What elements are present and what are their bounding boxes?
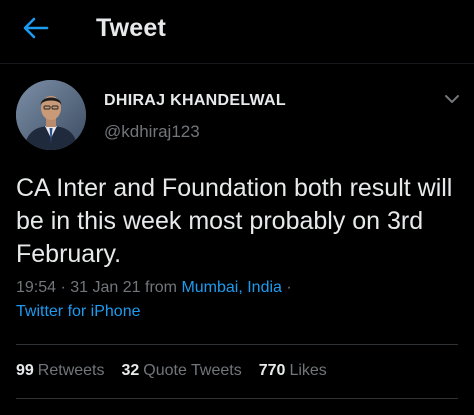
tweet-metadata: 19:54 · 31 Jan 21 from Mumbai, India · <box>16 279 292 297</box>
author-name[interactable]: DHIRAJ KHANDELWAL <box>104 92 286 110</box>
divider <box>16 398 458 399</box>
retweets-stat[interactable]: 99 Retweets <box>16 362 105 380</box>
from-label: from <box>140 279 182 296</box>
likes-count: 770 <box>258 362 286 379</box>
tweet-date[interactable]: 31 Jan 21 <box>70 279 140 296</box>
tweet-source-link[interactable]: Twitter for iPhone <box>16 303 141 321</box>
engagement-stats: 99 Retweets 32 Quote Tweets 770 Likes <box>16 360 344 382</box>
back-button[interactable] <box>14 10 58 50</box>
page-title: Tweet <box>96 14 166 42</box>
separator-dot: · <box>56 279 71 296</box>
quote-tweets-label: Quote Tweets <box>143 362 242 379</box>
quote-tweets-count: 32 <box>121 362 140 379</box>
arrow-left-icon <box>23 17 49 44</box>
chevron-down-icon <box>444 91 460 109</box>
tweet-text: CA Inter and Foundation both result will… <box>16 174 453 268</box>
tweet-time[interactable]: 19:54 <box>16 279 56 296</box>
profile-photo <box>16 80 86 150</box>
retweets-count: 99 <box>16 362 34 379</box>
tweet-screen: Tweet DHIRAJ KHANDELWAL @kdhiraj123 CA I… <box>0 0 474 415</box>
top-bar: Tweet <box>0 0 474 64</box>
avatar[interactable] <box>16 80 86 150</box>
quote-tweets-stat[interactable]: 32 Quote Tweets <box>122 362 242 380</box>
more-options-button[interactable] <box>438 88 466 112</box>
likes-stat[interactable]: 770 Likes <box>259 362 327 380</box>
author-handle[interactable]: @kdhiraj123 <box>104 122 200 142</box>
likes-label: Likes <box>289 362 327 379</box>
separator-dot: · <box>281 279 292 296</box>
retweets-label: Retweets <box>37 362 105 379</box>
tweet-location-link[interactable]: Mumbai, India <box>181 279 282 296</box>
divider <box>16 344 458 345</box>
